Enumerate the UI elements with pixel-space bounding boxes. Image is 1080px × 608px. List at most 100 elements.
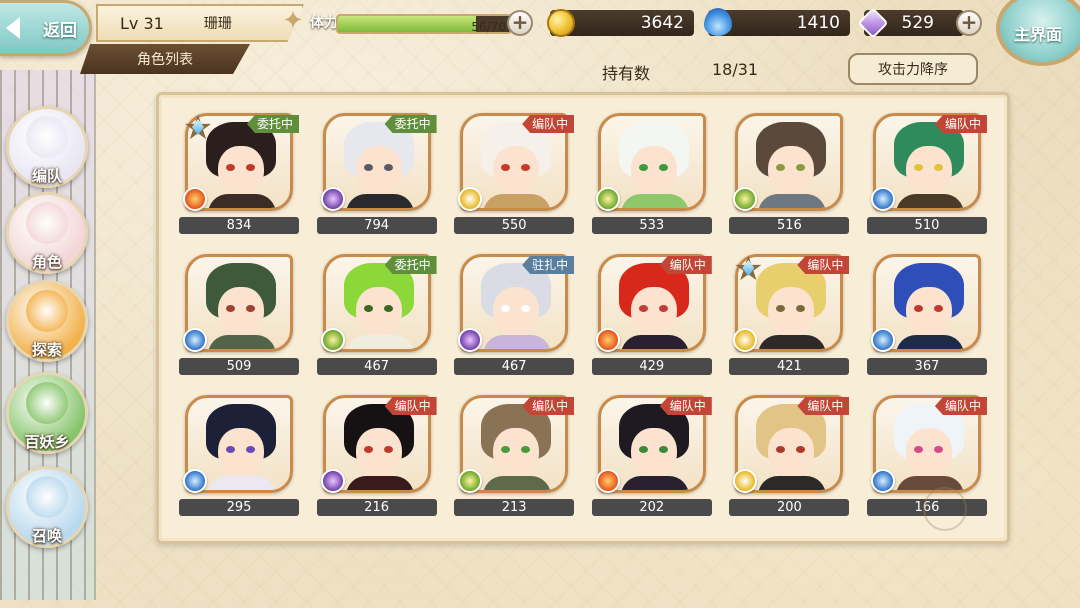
character-card[interactable]: 编队中 216 xyxy=(316,395,437,516)
star-deco-icon: ✦ xyxy=(282,6,304,36)
player-info: Lv 31 珊珊 xyxy=(96,4,304,42)
attack-power-value: 533 xyxy=(591,217,712,234)
character-card[interactable]: 编队中 510 xyxy=(866,113,987,234)
character-face xyxy=(905,146,952,196)
character-outfit xyxy=(620,476,689,490)
character-card[interactable]: 编队中 429 xyxy=(591,254,712,375)
wind-element-icon xyxy=(458,469,483,493)
attack-power-value: 510 xyxy=(866,217,987,234)
water-element-icon xyxy=(870,187,895,211)
character-eye xyxy=(226,446,235,453)
attack-power-value: 550 xyxy=(454,217,575,234)
character-eye xyxy=(913,164,923,171)
blue-flame-icon xyxy=(704,8,732,36)
character-eye xyxy=(383,305,393,312)
water-element-icon xyxy=(183,328,207,352)
light-element-icon xyxy=(458,187,483,211)
character-outfit xyxy=(483,194,552,208)
nav-village-label: 百妖乡 xyxy=(24,433,70,451)
summon-icon xyxy=(26,476,68,518)
character-face xyxy=(768,428,815,478)
character-face xyxy=(630,428,677,478)
character-outfit xyxy=(895,335,964,349)
character-eye xyxy=(246,305,255,312)
character-eye xyxy=(226,164,235,171)
character-eye xyxy=(913,305,923,312)
water-element-icon xyxy=(183,469,207,493)
character-card[interactable]: 516 xyxy=(729,113,850,234)
nav-team[interactable]: 编队 xyxy=(6,106,88,188)
nav-explore-label: 探索 xyxy=(31,341,62,359)
sidebar: 编队角色探索百妖乡召唤 xyxy=(0,70,96,600)
character-eye xyxy=(658,164,668,171)
character-card[interactable]: 367 xyxy=(866,254,987,375)
dark-element-icon xyxy=(320,187,345,211)
rank-gem-icon xyxy=(192,119,204,135)
stamina-fill xyxy=(338,16,476,32)
character-outfit xyxy=(208,335,276,349)
character-card[interactable]: 编队中 202 xyxy=(591,395,712,516)
character-icon xyxy=(26,202,68,244)
character-card[interactable]: 编队中 200 xyxy=(729,395,850,516)
nav-characters[interactable]: 角色 xyxy=(6,192,88,274)
status-badge: 委托中 xyxy=(384,256,437,274)
add-crystal-button[interactable]: + xyxy=(956,10,982,36)
attack-power-value: 421 xyxy=(729,358,850,375)
character-eye xyxy=(363,305,373,312)
character-card[interactable]: 533 xyxy=(591,113,712,234)
character-card[interactable]: 委托中 794 xyxy=(316,113,437,234)
main-menu-label: 主界面 xyxy=(1013,25,1062,44)
character-outfit xyxy=(620,335,689,349)
back-button-label: 返回 xyxy=(43,20,77,41)
gold-value: 3642 xyxy=(640,13,684,33)
nav-summon[interactable]: 召唤 xyxy=(6,466,88,548)
character-card[interactable]: 编队中 550 xyxy=(454,113,575,234)
character-eye xyxy=(383,164,393,171)
dark-element-icon xyxy=(458,328,483,352)
character-face xyxy=(218,287,264,337)
status-badge: 编队中 xyxy=(797,256,850,274)
status-badge: 编队中 xyxy=(384,397,437,415)
attack-power-value: 467 xyxy=(316,358,437,375)
character-outfit xyxy=(208,476,276,490)
sort-button[interactable]: 攻击力降序 xyxy=(848,53,978,85)
nav-explore[interactable]: 探索 xyxy=(6,280,88,362)
attack-power-value: 367 xyxy=(866,358,987,375)
character-card[interactable]: 委托中 ★ 834 xyxy=(179,109,299,234)
character-face xyxy=(355,146,402,196)
nav-characters-label: 角色 xyxy=(31,253,62,271)
character-card[interactable]: 编队中 ★ 421 xyxy=(729,250,850,375)
corner-deco-icon xyxy=(923,487,967,531)
star-rank-icon: ★ xyxy=(179,109,217,147)
status-badge: 驻扎中 xyxy=(522,256,575,274)
water-element-icon xyxy=(870,469,895,493)
attack-power-value: 200 xyxy=(729,499,850,516)
character-card[interactable]: 509 xyxy=(179,254,299,375)
nav-village[interactable]: 百妖乡 xyxy=(6,372,88,454)
character-card[interactable]: 编队中 213 xyxy=(454,395,575,516)
character-outfit xyxy=(620,194,689,208)
back-button[interactable]: 返回 xyxy=(0,0,92,56)
character-outfit xyxy=(758,476,827,490)
fire-element-icon xyxy=(183,187,207,211)
character-eye xyxy=(638,305,648,312)
player-name: 珊珊 xyxy=(203,16,232,32)
character-card[interactable]: 委托中 467 xyxy=(316,254,437,375)
character-card[interactable]: 驻扎中 467 xyxy=(454,254,575,375)
dark-element-icon xyxy=(320,469,345,493)
character-outfit xyxy=(345,194,414,208)
character-card[interactable]: 295 xyxy=(179,395,299,516)
wind-element-icon xyxy=(595,187,620,211)
character-outfit xyxy=(345,476,414,490)
add-stamina-button[interactable]: + xyxy=(507,10,533,36)
character-panel: 委托中 ★ 834 委托中 794 编队中 550 533 516 编队中 510 509 委托中 467… xyxy=(156,92,1010,544)
attack-power-value: 295 xyxy=(179,499,299,516)
character-face xyxy=(905,287,952,337)
stamina-label: 体力 xyxy=(310,15,338,31)
character-outfit xyxy=(208,194,276,208)
crystal-value: 529 xyxy=(901,13,934,33)
star-rank-icon: ★ xyxy=(729,250,767,288)
character-eye xyxy=(638,164,648,171)
character-eye xyxy=(933,446,943,453)
status-badge: 编队中 xyxy=(797,397,850,415)
